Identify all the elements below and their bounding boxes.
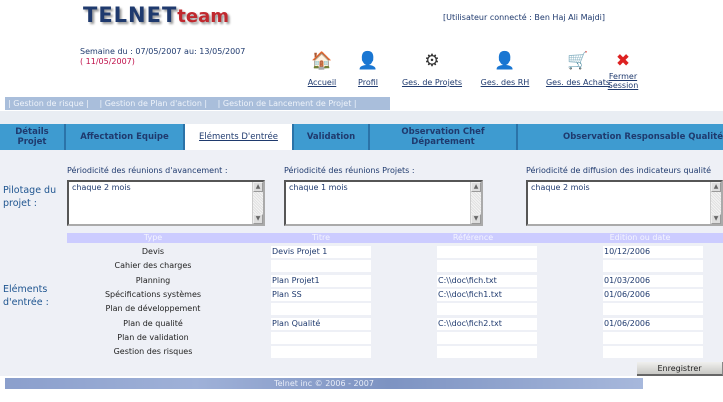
elements-label: Eléments d'entrée : (3, 284, 49, 308)
nav-link[interactable]: Accueil (308, 78, 337, 87)
scrollbar[interactable]: ▲ ▼ (252, 182, 263, 224)
field-label: Périodicité des réunions d'avancement : (67, 166, 228, 175)
reference-input[interactable]: C:\\doc\fich2.txt (437, 317, 537, 330)
table-row: Devis Devis Projet 1 10/12/2006 (67, 246, 723, 258)
table-row: Plan de développement (67, 303, 723, 316)
reunions-avancement-textarea[interactable]: chaque 2 mois ▲ ▼ (67, 180, 265, 226)
row-type: Gestion des risques (113, 347, 193, 357)
date-input[interactable]: 10/12/2006 (603, 246, 703, 258)
subnav-plan-action[interactable]: | Gestion de Plan d'action | (99, 99, 207, 108)
tab-affectation-equipe[interactable]: Affectation Equipe (66, 124, 185, 150)
scrollbar[interactable]: ▲ ▼ (470, 182, 481, 224)
subnav-risque[interactable]: | Gestion de risque | (8, 99, 89, 108)
reference-input[interactable]: C:\\doc\fich.txt (437, 274, 537, 287)
table-row: Cahier des charges (67, 260, 723, 273)
titre-input[interactable]: Plan Qualité (271, 317, 371, 330)
tab-observation-qualite[interactable]: Observation Responsable Qualité (518, 124, 723, 150)
reference-input[interactable]: C:\\doc\fich1.txt (437, 288, 537, 301)
nav-link[interactable]: Profil (358, 78, 378, 87)
tab-bar: Détails Projet Affectation Equipe Elémen… (0, 124, 723, 150)
col-date: Edition ou date (609, 233, 671, 242)
date-input[interactable] (603, 346, 703, 359)
nav-rh[interactable]: 👤 Ges. des RH (470, 50, 540, 87)
current-date: ( 11/05/2007) (80, 57, 135, 66)
reference-input[interactable] (437, 303, 537, 316)
date-input[interactable]: 01/06/2006 (603, 317, 703, 330)
footer: Telnet inc © 2006 - 2007 (5, 378, 643, 389)
nav-logout[interactable]: ✖ Fermer Session (603, 50, 643, 90)
nav-link[interactable]: Ges. des Achats (546, 78, 610, 87)
table-row: Gestion des risques (67, 346, 723, 359)
indicateurs-qualite-textarea[interactable]: chaque 2 mois ▲ ▼ (526, 180, 723, 226)
row-type: Spécifications systèmes (104, 289, 202, 299)
tab-elements-entree[interactable]: Eléments D'entrée (185, 124, 292, 150)
reference-input[interactable] (437, 331, 537, 344)
nav-link[interactable]: Fermer Session (603, 72, 643, 90)
reference-input[interactable] (437, 346, 537, 359)
titre-input[interactable] (271, 260, 371, 273)
titre-input[interactable]: Plan Projet1 (271, 274, 371, 287)
tab-observation-chef[interactable]: Observation Chef Département (370, 124, 518, 150)
house-icon: 🏠 (311, 51, 333, 71)
reference-input[interactable] (437, 260, 537, 273)
pilotage-label: Pilotage du projet : (3, 185, 57, 209)
week-range: Semaine du : 07/05/2007 au: 13/05/2007( … (80, 47, 246, 66)
date-input[interactable] (603, 260, 703, 273)
row-type: Plan de développement (105, 304, 201, 314)
titre-input[interactable] (271, 331, 371, 344)
titre-input[interactable] (271, 303, 371, 316)
titre-input[interactable]: Plan SS (271, 288, 371, 301)
row-type: Devis (141, 247, 165, 256)
nav-projets[interactable]: ⚙ Ges. de Projets (397, 50, 467, 87)
table-row: Planning Plan Projet1 C:\\doc\fich.txt 0… (67, 274, 723, 287)
tab-details-projet[interactable]: Détails Projet (0, 124, 66, 150)
reference-input[interactable] (437, 246, 537, 258)
user-icon: 👤 (357, 51, 379, 71)
field-label: Périodicité des réunions Projets : (284, 166, 415, 175)
row-type: Plan de qualité (123, 318, 183, 328)
col-type: Type (143, 233, 163, 242)
field-label: Périodicité de diffusion des indicateurs… (526, 166, 712, 175)
scrollbar[interactable]: ▲ ▼ (710, 182, 721, 224)
save-button[interactable]: Enregistrer (637, 362, 723, 376)
row-type: Cahier des charges (114, 261, 192, 271)
date-input[interactable]: 01/03/2006 (603, 274, 703, 287)
row-type: Planning (135, 275, 171, 285)
telnet-logo: TELNETteam (83, 3, 230, 27)
table-header: Type Titre Référence Edition ou date (67, 233, 723, 243)
sub-navigation: | Gestion de risque | | Gestion de Plan … (5, 97, 390, 110)
date-input[interactable] (603, 331, 703, 344)
cart-icon: 🛒 (567, 51, 589, 71)
date-input[interactable]: 01/06/2006 (603, 288, 703, 301)
gears-icon: ⚙ (424, 51, 440, 71)
connected-user: [Utilisateur connecté : Ben Haj Ali Majd… (443, 13, 606, 22)
col-reference: Référence (452, 233, 494, 242)
spacer-band (0, 111, 723, 124)
nav-link[interactable]: Ges. des RH (481, 78, 530, 87)
date-input[interactable] (603, 303, 703, 316)
subnav-lancement[interactable]: | Gestion de Lancement de Projet | (218, 99, 357, 108)
table-row: Plan de validation (67, 331, 723, 344)
tab-validation[interactable]: Validation (292, 124, 370, 150)
col-titre: Titre (311, 233, 331, 242)
nav-link[interactable]: Ges. de Projets (402, 78, 462, 87)
nav-profil[interactable]: 👤 Profil (333, 50, 403, 87)
person-icon: 👤 (494, 51, 516, 71)
titre-input[interactable] (271, 346, 371, 359)
reunions-projets-textarea[interactable]: chaque 1 mois ▲ ▼ (284, 180, 483, 226)
table-row: Spécifications systèmes Plan SS C:\\doc\… (67, 288, 723, 301)
table-row: Plan de qualité Plan Qualité C:\\doc\fic… (67, 317, 723, 330)
titre-input[interactable]: Devis Projet 1 (271, 246, 371, 258)
row-type: Plan de validation (117, 332, 189, 342)
